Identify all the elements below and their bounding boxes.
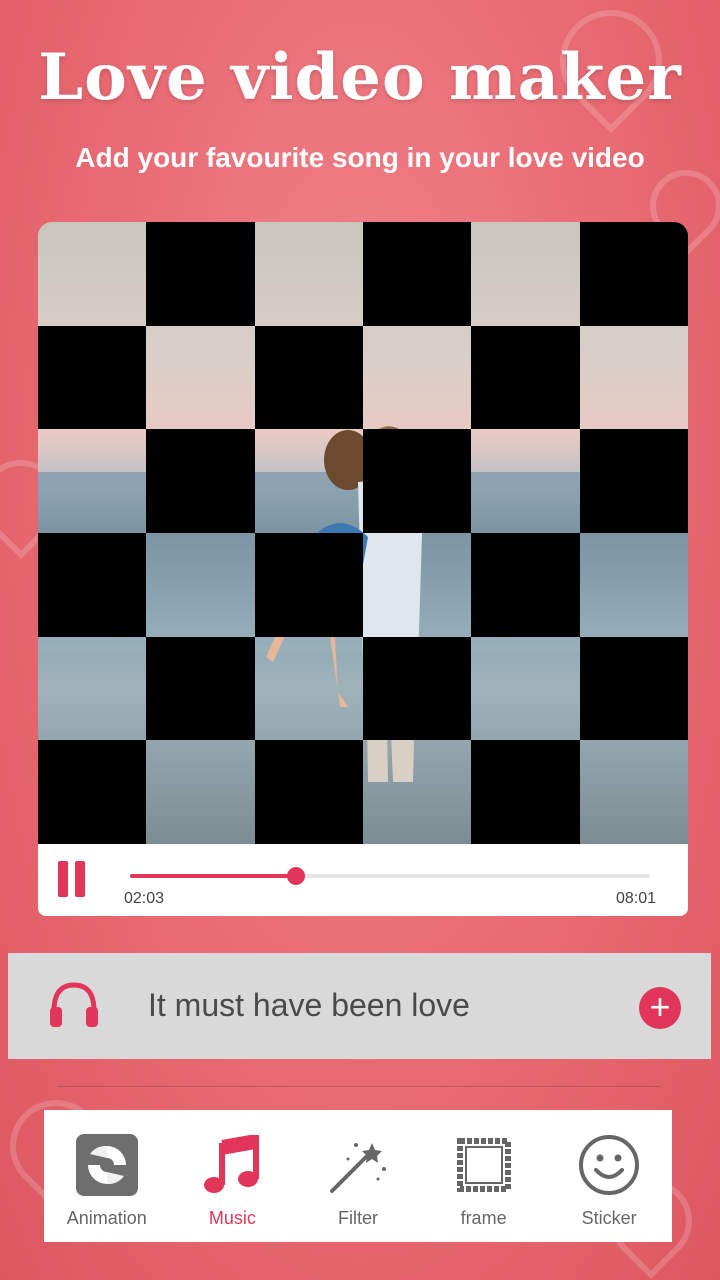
grid-cell: [146, 636, 255, 741]
grid-cell: [579, 429, 688, 533]
grid-cell: [471, 637, 579, 741]
grid-cell: [580, 740, 688, 844]
grid-cell: [146, 740, 254, 844]
pause-icon[interactable]: [58, 861, 88, 897]
grid-cell: [363, 222, 472, 326]
grid-cell: [255, 637, 363, 741]
grid-cell: [38, 740, 147, 844]
app-subtitle: Add your favourite song in your love vid…: [75, 142, 645, 173]
grid-cell: [471, 222, 579, 326]
toolbar-label: Sticker: [581, 1208, 637, 1228]
grid-cell: [580, 326, 688, 430]
divider: [58, 1086, 660, 1087]
toolbar-animation[interactable]: Animation: [47, 1110, 167, 1229]
frame-icon: [456, 1138, 511, 1192]
toolbar-label: frame: [460, 1208, 507, 1228]
animation-icon: [75, 1134, 138, 1196]
grid-cell: [471, 740, 580, 844]
grid-cell: [580, 533, 688, 637]
toolbar-sticker[interactable]: Sticker: [549, 1110, 669, 1229]
magic-wand-icon: [329, 1143, 386, 1193]
toolbar-music[interactable]: Music: [172, 1110, 292, 1229]
checker-transition-grid: [38, 222, 688, 844]
grid-cell: [363, 740, 471, 844]
grid-cell: [38, 637, 146, 741]
grid-cell: [579, 636, 688, 741]
seek-bar[interactable]: [130, 867, 650, 885]
grid-cell: [38, 222, 146, 326]
seek-progress: [130, 874, 297, 878]
grid-cell: [146, 222, 255, 326]
toolbar-label: Music: [208, 1208, 256, 1228]
grid-cell: [579, 222, 688, 326]
grid-cell: [38, 532, 147, 637]
grid-cell: [363, 429, 472, 533]
song-title: It must have been love: [148, 987, 470, 1023]
grid-cell: [471, 325, 580, 430]
playback-controls: 02:03 08:01: [38, 844, 688, 916]
headphones-icon: [50, 982, 98, 1027]
grid-cell: [255, 429, 363, 533]
grid-cell: [255, 222, 363, 326]
grid-cell: [471, 532, 580, 637]
grid-cell: [146, 533, 254, 637]
toolbar-label: Filter: [337, 1208, 378, 1228]
plus-icon[interactable]: +: [639, 987, 681, 1029]
grid-cell: [471, 429, 579, 533]
smiley-icon: [579, 1135, 640, 1195]
seek-thumb[interactable]: [287, 867, 306, 885]
grid-cell: [146, 326, 254, 430]
bottom-toolbar: Animation Music Filter frame Sticker: [44, 1110, 672, 1242]
grid-cell: [363, 533, 471, 637]
video-preview[interactable]: [38, 222, 688, 844]
grid-cell: [363, 326, 471, 430]
grid-cell: [254, 740, 363, 844]
toolbar-label: Animation: [66, 1208, 147, 1228]
grid-cell: [146, 429, 255, 533]
toolbar-frame[interactable]: frame: [424, 1110, 544, 1229]
app-title: Love video maker: [38, 40, 682, 115]
grid-cell: [38, 325, 147, 430]
toolbar-filter[interactable]: Filter: [298, 1110, 418, 1229]
selected-song-bar[interactable]: It must have been love +: [8, 953, 711, 1059]
grid-cell: [363, 636, 472, 741]
grid-cell: [254, 325, 363, 430]
music-note-icon: [204, 1135, 260, 1193]
current-time: 02:03: [124, 890, 165, 907]
grid-cell: [254, 532, 363, 637]
total-time: 08:01: [615, 890, 656, 907]
grid-cell: [38, 429, 146, 533]
